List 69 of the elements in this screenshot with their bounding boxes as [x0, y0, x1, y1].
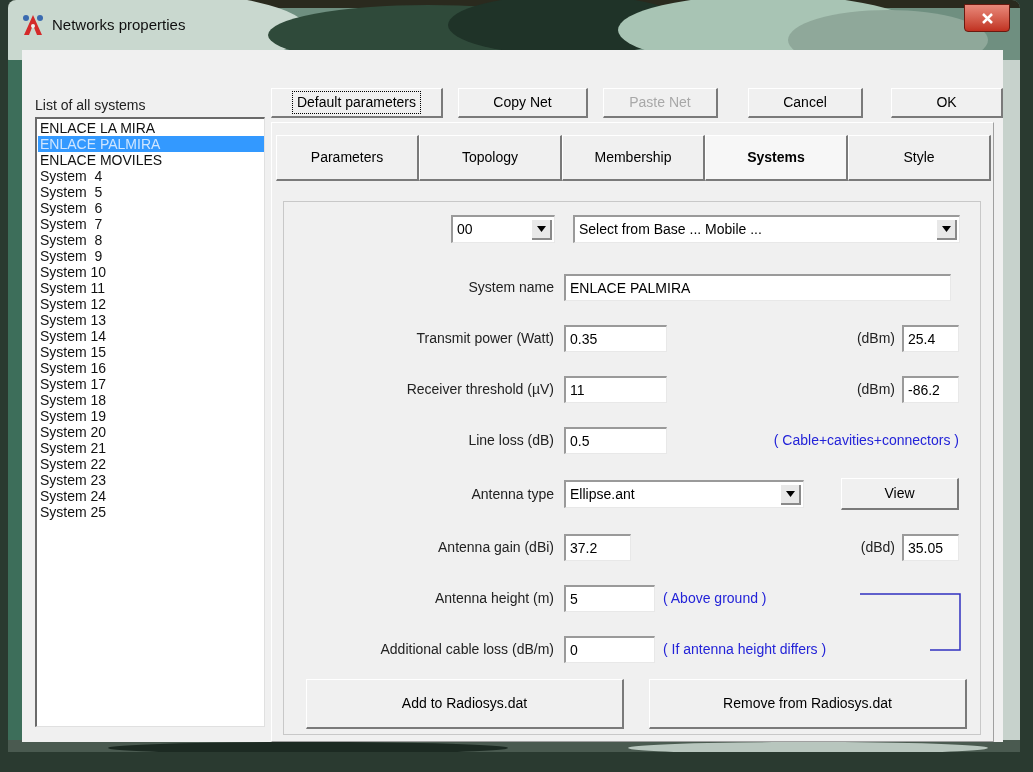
list-item[interactable]: System 4 [38, 168, 264, 184]
list-item[interactable]: System 23 [38, 472, 264, 488]
input-field[interactable]: 0.5 [564, 427, 667, 454]
list-item[interactable]: System 20 [38, 424, 264, 440]
list-item[interactable]: System 8 [38, 232, 264, 248]
antenna-type-dropdown[interactable]: Ellipse.ant [564, 480, 804, 508]
unit-label: (dBm) [856, 329, 895, 348]
field-label: Antenna gain (dBi) [437, 538, 555, 557]
list-item[interactable]: System 13 [38, 312, 264, 328]
field-label: Transmit power (Watt) [415, 329, 555, 348]
hint-text: ( Above ground ) [663, 589, 767, 608]
list-label: List of all systems [35, 96, 147, 115]
input-field[interactable]: 5 [564, 585, 655, 612]
field-label: Antenna height (m) [433, 589, 555, 608]
app-logo-icon [20, 12, 46, 38]
field-label: System name [467, 278, 555, 297]
list-item[interactable]: System 7 [38, 216, 264, 232]
index-dropdown[interactable]: 00 [451, 215, 555, 243]
toolbar-button[interactable]: Copy Net [458, 88, 588, 118]
tab[interactable]: Style [848, 135, 991, 181]
list-item[interactable]: System 9 [38, 248, 264, 264]
input-field[interactable]: 25.4 [902, 325, 959, 352]
tab[interactable]: Topology [419, 135, 562, 181]
action-button[interactable]: Remove from Radiosys.dat [649, 679, 967, 729]
list-item[interactable]: System 25 [38, 504, 264, 520]
system-name-field[interactable]: ENLACE PALMIRA [564, 274, 951, 301]
list-item[interactable]: System 12 [38, 296, 264, 312]
input-field[interactable]: 0 [564, 636, 655, 663]
close-button[interactable] [964, 4, 1010, 32]
input-field[interactable]: 11 [564, 376, 667, 403]
unit-label: (dBm) [856, 380, 895, 399]
list-item[interactable]: System 19 [38, 408, 264, 424]
toolbar-button[interactable]: Cancel [748, 88, 863, 118]
window-title: Networks properties [52, 14, 186, 35]
action-button[interactable]: Add to Radiosys.dat [306, 679, 624, 729]
toolbar-button[interactable]: OK [891, 88, 1003, 118]
hint-text: ( If antenna height differs ) [663, 640, 827, 659]
unit-label: (dBd) [860, 538, 895, 557]
list-item[interactable]: System 24 [38, 488, 264, 504]
view-button[interactable]: View [841, 478, 959, 510]
tab[interactable]: Systems [705, 135, 848, 181]
hint-text: ( Cable+cavities+connectors ) [773, 431, 959, 450]
close-icon [981, 12, 993, 24]
list-item[interactable]: ENLACE MOVILES [38, 152, 264, 168]
tab[interactable]: Membership [562, 135, 705, 181]
list-item[interactable]: System 18 [38, 392, 264, 408]
list-item[interactable]: System 11 [38, 280, 264, 296]
list-item[interactable]: System 10 [38, 264, 264, 280]
tab[interactable]: Parameters [276, 135, 419, 181]
list-item[interactable]: System 5 [38, 184, 264, 200]
list-item[interactable]: System 14 [38, 328, 264, 344]
input-field[interactable]: 35.05 [902, 534, 959, 561]
input-field[interactable]: 0.35 [564, 325, 667, 352]
toolbar-button[interactable]: Default parameters [271, 88, 443, 118]
list-item[interactable]: System 21 [38, 440, 264, 456]
list-item[interactable]: System 17 [38, 376, 264, 392]
base-dropdown[interactable]: Select from Base ... Mobile ... [573, 215, 960, 243]
field-label: Receiver threshold (µV) [405, 380, 555, 399]
input-field[interactable]: -86.2 [902, 376, 959, 403]
list-item[interactable]: System 22 [38, 456, 264, 472]
list-item[interactable]: System 15 [38, 344, 264, 360]
input-field[interactable]: 37.2 [564, 534, 631, 561]
field-label: Additional cable loss (dB/m) [379, 640, 555, 659]
systems-listbox[interactable] [35, 117, 265, 727]
field-label: Antenna type [470, 484, 555, 504]
list-item[interactable]: System 6 [38, 200, 264, 216]
list-item[interactable]: System 16 [38, 360, 264, 376]
field-label: Line loss (dB) [467, 431, 555, 450]
list-item[interactable]: ENLACE LA MIRA [38, 120, 264, 136]
